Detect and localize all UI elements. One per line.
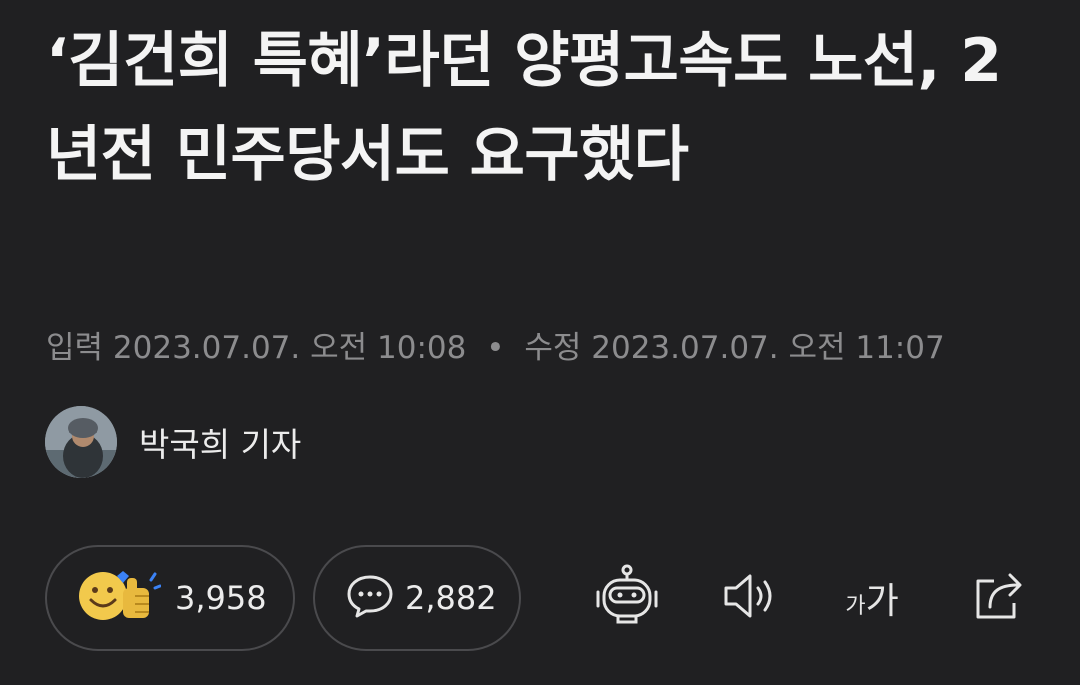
font-size-large-glyph: 가 <box>865 581 899 622</box>
font-size-icon: 가가 <box>845 572 898 624</box>
article-headline: ‘김건희 특혜’라던 양평고속도 노선, 2년전 민주당서도 요구했다 <box>46 26 1002 190</box>
input-label: 입력 <box>46 330 104 366</box>
share-icon <box>970 569 1028 627</box>
article-meta: 입력 2023.07.07. 오전 10:08 • 수정 2023.07.07.… <box>46 326 945 370</box>
comment-count: 2,882 <box>405 579 497 617</box>
speaker-icon <box>720 571 780 625</box>
modified-label: 수정 <box>524 330 582 366</box>
smiley-thumbs-up-icon <box>77 568 162 628</box>
share-button[interactable] <box>961 560 1037 636</box>
meta-separator: • <box>486 330 505 366</box>
author-row[interactable]: 박국희 기자 <box>45 406 301 478</box>
modified-datetime: 2023.07.07. 오전 11:07 <box>591 330 945 366</box>
speech-bubble-icon <box>345 573 395 623</box>
font-size-button[interactable]: 가가 <box>834 560 910 636</box>
like-button[interactable]: 3,958 <box>45 545 295 651</box>
author-name[interactable]: 박국희 기자 <box>139 418 301 466</box>
comment-button[interactable]: 2,882 <box>313 545 521 651</box>
input-datetime: 2023.07.07. 오전 10:08 <box>112 330 467 366</box>
robot-icon <box>594 564 660 632</box>
article-page: ‘김건희 특혜’라던 양평고속도 노선, 2년전 민주당서도 요구했다 입력 2… <box>0 0 1080 685</box>
like-count: 3,958 <box>175 579 267 617</box>
summary-button[interactable] <box>589 560 665 636</box>
listen-button[interactable] <box>712 560 788 636</box>
font-size-small-glyph: 가 <box>845 594 866 619</box>
author-avatar[interactable] <box>45 406 117 478</box>
